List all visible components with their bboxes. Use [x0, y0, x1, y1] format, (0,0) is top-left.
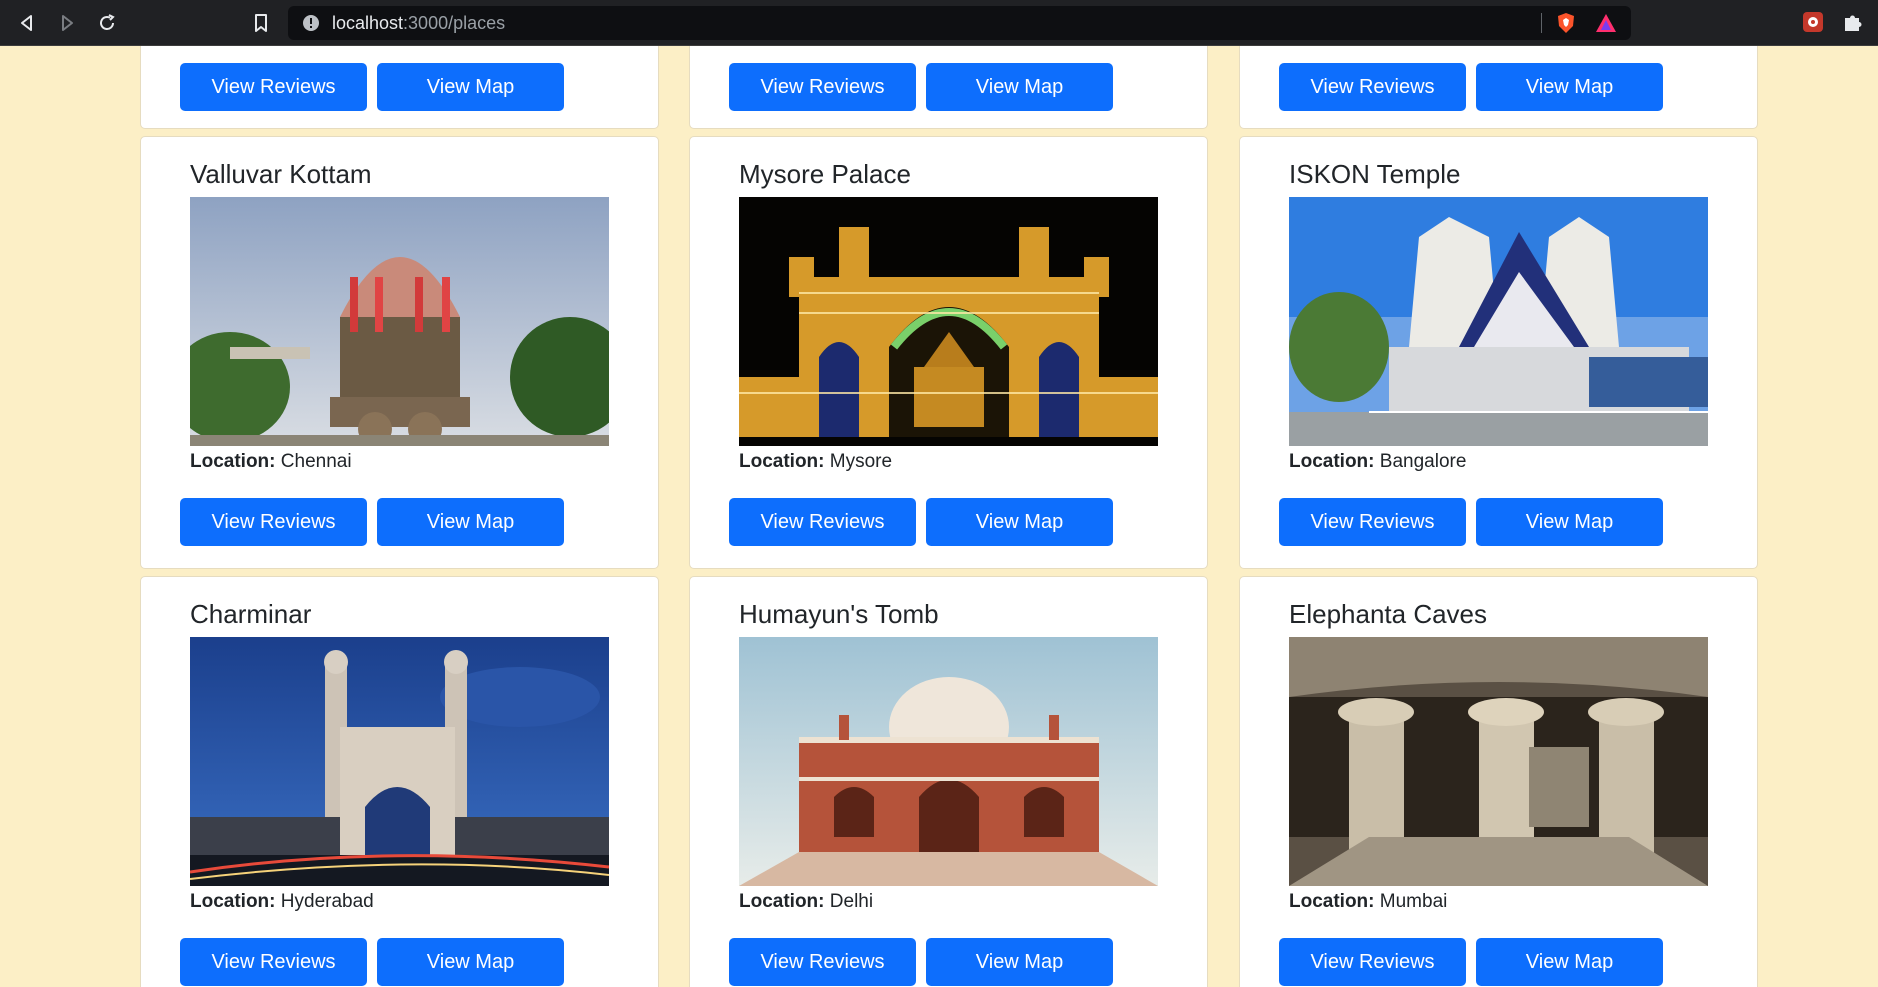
location-value: Hyderabad	[280, 891, 374, 912]
place-card-partial: View Reviews View Map	[689, 46, 1208, 129]
place-card: Elephanta Caves Location: Mumbai View Re…	[1239, 576, 1758, 987]
place-location: Location: Hyderabad	[190, 891, 374, 913]
place-title: Humayun's Tomb	[739, 599, 939, 629]
view-reviews-button[interactable]: View Reviews	[180, 938, 367, 986]
reload-icon	[100, 14, 115, 30]
url-host: localhost	[332, 13, 404, 33]
view-reviews-button[interactable]: View Reviews	[1279, 498, 1466, 546]
brave-rewards-icon[interactable]	[1595, 12, 1617, 34]
view-reviews-button[interactable]: View Reviews	[180, 498, 367, 546]
extensions-puzzle-icon[interactable]	[1842, 11, 1864, 33]
place-card: ISKON Temple Location: Bangalore View Re…	[1239, 136, 1758, 569]
view-map-button[interactable]: View Map	[926, 938, 1113, 986]
place-card: Charminar Location: Hyderabad View Revie…	[140, 576, 659, 987]
view-map-button[interactable]: View Map	[1476, 498, 1663, 546]
place-image-four-minaret-monument	[190, 637, 609, 886]
back-button[interactable]	[12, 8, 42, 38]
place-title: Charminar	[190, 599, 312, 629]
view-map-button[interactable]: View Map	[926, 63, 1113, 111]
view-map-button[interactable]: View Map	[377, 938, 564, 986]
url-text: localhost:3000/places	[332, 13, 505, 34]
browser-toolbar: localhost:3000/places	[0, 0, 1878, 46]
view-reviews-button[interactable]: View Reviews	[729, 938, 916, 986]
place-card-partial: View Reviews View Map	[140, 46, 659, 129]
url-divider	[1541, 13, 1542, 33]
view-reviews-button[interactable]: View Reviews	[729, 498, 916, 546]
site-info-icon[interactable]	[302, 14, 320, 32]
view-reviews-button[interactable]: View Reviews	[729, 63, 916, 111]
brave-shield-icon[interactable]	[1555, 12, 1577, 34]
place-title: Elephanta Caves	[1289, 599, 1488, 629]
back-icon	[21, 15, 32, 31]
view-map-button[interactable]: View Map	[1476, 63, 1663, 111]
place-card: Mysore Palace Location: Mysore View Revi…	[689, 136, 1208, 569]
place-image-red-domed-tomb	[739, 637, 1158, 886]
location-label: Location:	[739, 451, 825, 472]
location-value: Mysore	[829, 451, 893, 472]
location-label: Location:	[190, 891, 276, 912]
place-card: Valluvar Kottam Location: Chennai View R…	[140, 136, 659, 569]
location-value: Bangalore	[1379, 451, 1467, 472]
view-map-button[interactable]: View Map	[377, 63, 564, 111]
reload-button[interactable]	[92, 8, 122, 38]
view-map-button[interactable]: View Map	[1476, 938, 1663, 986]
place-image-chariot-temple	[190, 197, 609, 446]
extension-icon[interactable]	[1802, 11, 1824, 33]
bookmark-button[interactable]	[246, 8, 276, 38]
address-bar[interactable]: localhost:3000/places	[288, 6, 1631, 40]
place-location: Location: Chennai	[190, 451, 352, 473]
view-reviews-button[interactable]: View Reviews	[1279, 938, 1466, 986]
bookmark-icon	[255, 14, 267, 32]
places-page: View Reviews View Map View Reviews View …	[0, 46, 1878, 987]
place-location: Location: Mysore	[739, 451, 892, 473]
place-location: Location: Delhi	[739, 891, 873, 913]
place-card: Humayun's Tomb Location: Delhi View Revi…	[689, 576, 1208, 987]
place-location: Location: Bangalore	[1289, 451, 1466, 473]
place-card-partial: View Reviews View Map	[1239, 46, 1758, 129]
view-map-button[interactable]: View Map	[377, 498, 564, 546]
view-reviews-button[interactable]: View Reviews	[1279, 63, 1466, 111]
forward-icon	[62, 15, 73, 31]
view-map-button[interactable]: View Map	[926, 498, 1113, 546]
location-label: Location:	[1289, 891, 1375, 912]
place-title: Mysore Palace	[739, 159, 911, 189]
location-value: Delhi	[829, 891, 874, 912]
place-title: ISKON Temple	[1289, 159, 1461, 189]
place-title: Valluvar Kottam	[190, 159, 372, 189]
url-path: :3000/places	[403, 13, 506, 33]
place-image-illuminated-palace	[739, 197, 1158, 446]
place-image-white-blue-temple	[1289, 197, 1708, 446]
location-value: Chennai	[280, 451, 352, 472]
location-label: Location:	[1289, 451, 1375, 472]
place-image-rock-cut-cave	[1289, 637, 1708, 886]
place-location: Location: Mumbai	[1289, 891, 1447, 913]
location-label: Location:	[190, 451, 276, 472]
location-label: Location:	[739, 891, 825, 912]
location-value: Mumbai	[1379, 891, 1448, 912]
forward-button[interactable]	[52, 8, 82, 38]
view-reviews-button[interactable]: View Reviews	[180, 63, 367, 111]
